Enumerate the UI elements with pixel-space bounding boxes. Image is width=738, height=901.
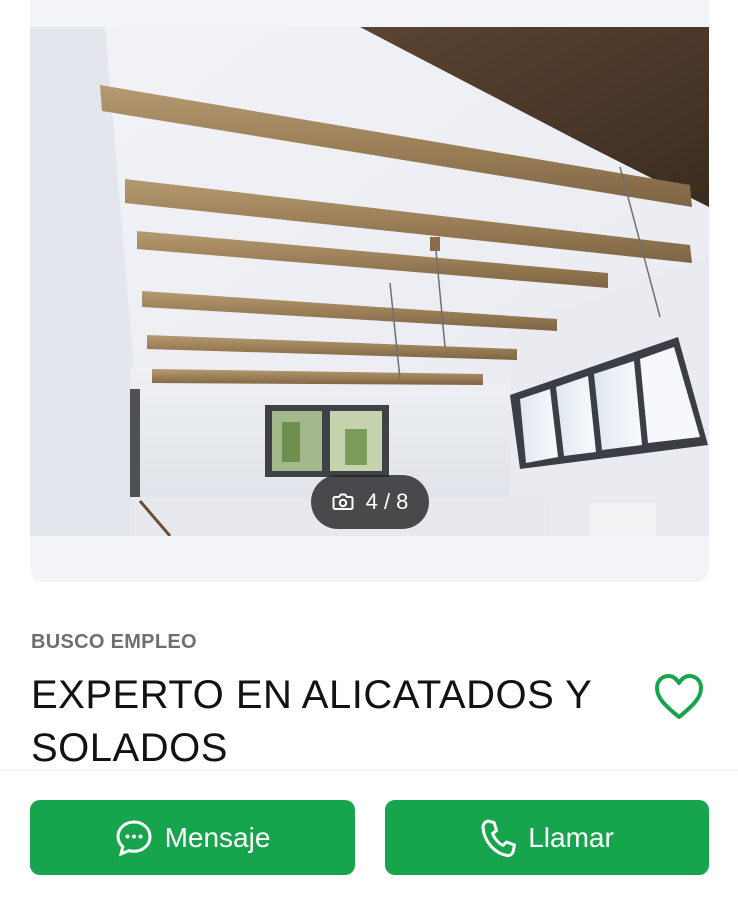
photo-gallery[interactable]: 4 / 8 xyxy=(30,0,709,582)
phone-icon xyxy=(481,819,517,857)
photo-counter-text: 4 / 8 xyxy=(365,489,409,514)
listing-category: BUSCO EMPLEO xyxy=(31,631,197,653)
call-button-label: Llamar xyxy=(528,821,614,853)
photo-counter[interactable]: 4 / 8 xyxy=(311,475,429,529)
message-button[interactable]: Mensaje xyxy=(30,800,355,875)
chat-bubble-icon xyxy=(116,819,152,857)
call-button[interactable]: Llamar xyxy=(385,800,709,875)
divider xyxy=(0,770,738,771)
favorite-button[interactable] xyxy=(652,672,706,722)
heart-outline-icon xyxy=(655,674,703,719)
camera-icon xyxy=(332,493,354,510)
message-button-label: Mensaje xyxy=(164,821,271,853)
listing-photo[interactable] xyxy=(30,27,709,536)
listing-title: EXPERTO EN ALICATADOS Y SOLADOS xyxy=(31,673,592,770)
